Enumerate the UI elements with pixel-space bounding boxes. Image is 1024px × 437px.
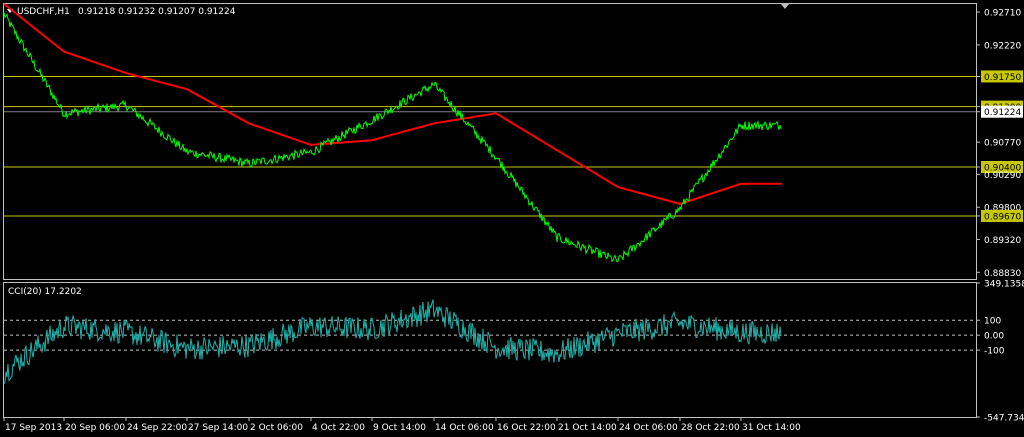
price-axis-label-4: 0.91224 [984, 108, 1021, 118]
time-axis-label-0: 17 Sep 2013 [5, 423, 62, 433]
time-axis-label-3: 27 Sep 14:00 [188, 423, 248, 433]
price-axis-label-2: 0.91750 [984, 73, 1021, 83]
time-axis-label-6: 9 Oct 14:00 [373, 423, 426, 433]
cci-indicator-label: CCI(20) 17.2202 [8, 287, 82, 297]
price-axis-label-0: 0.92710 [984, 9, 1021, 19]
chart-root: USDCHF,H1 0.91218 0.91232 0.91207 0.9122… [3, 3, 1024, 433]
price-axis-label-11: 0.88830 [984, 269, 1021, 279]
cci-axis-label-3: -100 [984, 347, 1005, 357]
time-axis-label-7: 14 Oct 06:00 [435, 423, 494, 433]
symbol-label: USDCHF,H1 [17, 7, 70, 17]
time-axis: 17 Sep 2013 20 Sep 06:00 24 Sep 22:00 27 Se… [3, 417, 801, 433]
price-axis-label-5: 0.90770 [984, 139, 1021, 149]
cci-axis-label-2: 0.00 [984, 332, 1004, 342]
cci-axis-label-0: 349.1358 [984, 280, 1024, 290]
cci-layer [3, 299, 976, 385]
cci-axis-label-1: 100 [984, 317, 1001, 327]
time-axis-label-12: 31 Oct 14:00 [742, 423, 801, 433]
time-axis-label-8: 16 Oct 22:00 [497, 423, 556, 433]
time-axis-label-11: 28 Oct 22:00 [681, 423, 740, 433]
price-line [3, 12, 782, 263]
price-axis-label-1: 0.92220 [984, 41, 1021, 51]
price-axis: 0.927100.922200.917500.913000.912240.907… [976, 9, 1023, 279]
time-axis-label-10: 24 Oct 06:00 [619, 423, 678, 433]
cci-line [3, 299, 782, 385]
time-axis-label-1: 20 Sep 06:00 [65, 423, 125, 433]
time-axis-label-9: 21 Oct 14:00 [558, 423, 617, 433]
cci-axis-label-4: -547.7342 [984, 414, 1024, 424]
main-chart-frame [3, 3, 977, 280]
price-axis-label-10: 0.89320 [984, 236, 1021, 246]
time-axis-label-5: 4 Oct 22:00 [312, 423, 365, 433]
price-axis-label-9: 0.89670 [984, 212, 1021, 222]
price-layer [3, 12, 782, 263]
cci-axis: 349.1358 100 0.00 -100 -547.7342 [976, 280, 1024, 424]
ohlc-values: 0.91218 0.91232 0.91207 0.91224 [78, 7, 236, 17]
chart-shift-marker-icon[interactable] [781, 4, 789, 9]
time-axis-label-2: 24 Sep 22:00 [127, 423, 187, 433]
time-axis-label-4: 2 Oct 06:00 [250, 423, 303, 433]
price-axis-label-7: 0.90290 [984, 171, 1021, 181]
